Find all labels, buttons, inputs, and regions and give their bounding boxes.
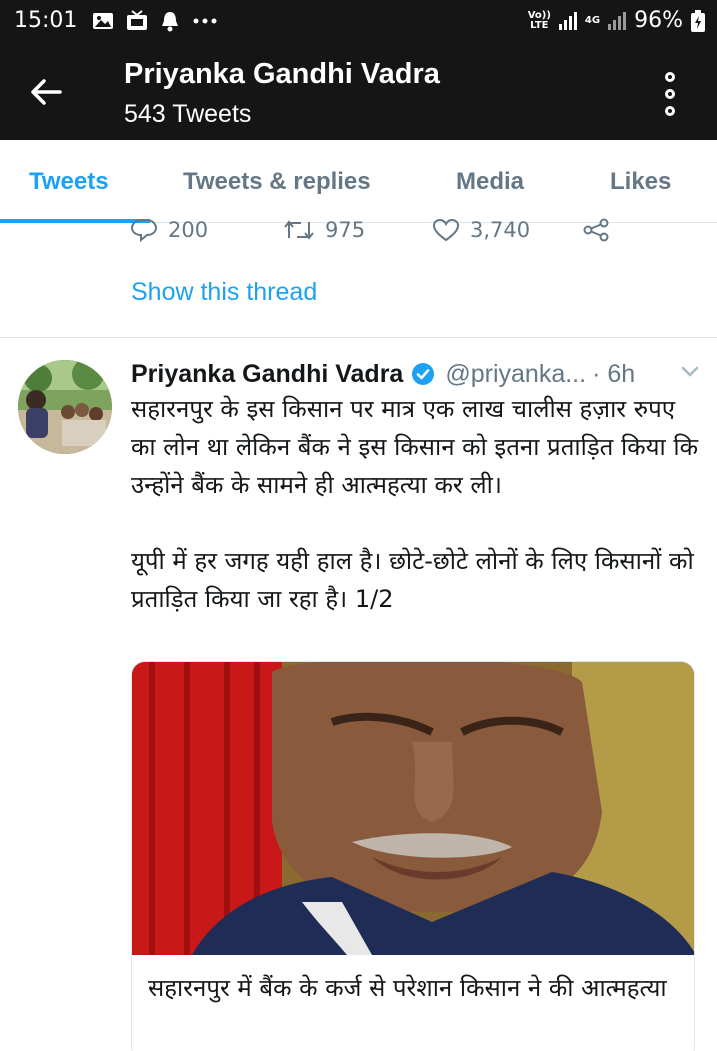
battery-icon: [691, 9, 705, 32]
share-action[interactable]: [582, 218, 610, 242]
profile-header: Priyanka Gandhi Vadra 543 Tweets: [0, 44, 717, 140]
link-card[interactable]: सहारनपुर में बैंक के कर्ज से परेशान किसा…: [131, 661, 695, 1051]
retweet-count: 975: [325, 218, 366, 242]
volte-bottom: LTE: [530, 19, 549, 31]
reply-count: 200: [168, 218, 209, 242]
status-system: Vo)) LTE 4G 96%: [528, 8, 705, 33]
retweet-icon: [284, 220, 314, 240]
tv-icon: [127, 10, 147, 30]
tweet-time[interactable]: · 6h: [592, 360, 635, 389]
like-count: 3,740: [470, 218, 531, 242]
card-image: [132, 662, 694, 955]
more-dots-icon: [193, 18, 217, 24]
gallery-icon: [93, 13, 113, 29]
status-bar: 15:01 Vo)) LTE 4G 96%: [0, 0, 717, 44]
tab-tweets[interactable]: Tweets: [29, 168, 109, 196]
heart-icon: [432, 218, 460, 242]
verified-badge-icon: [412, 363, 435, 385]
profile-tabs: Tweets Tweets & replies Media Likes: [0, 140, 717, 223]
show-thread-link[interactable]: Show this thread: [131, 278, 317, 307]
avatar-image: [18, 360, 112, 454]
active-tab-indicator: [0, 219, 150, 223]
battery-percent: 96%: [634, 8, 683, 33]
tab-media[interactable]: Media: [456, 168, 524, 196]
like-action[interactable]: 3,740: [432, 218, 530, 242]
tab-likes[interactable]: Likes: [610, 168, 671, 196]
retweet-action[interactable]: 975: [283, 218, 365, 242]
prev-tweet-actions: 200 975 3,740: [130, 218, 690, 248]
back-arrow-icon[interactable]: [26, 72, 66, 112]
signal-icon: [558, 11, 577, 30]
chevron-down-icon[interactable]: [679, 360, 701, 382]
card-title: सहारनपुर में बैंक के कर्ज से परेशान किसा…: [148, 974, 667, 1002]
signal-icon-secondary: [608, 11, 627, 30]
overflow-menu-icon[interactable]: [662, 72, 678, 116]
avatar[interactable]: [18, 360, 112, 454]
status-notifications: [92, 10, 218, 32]
tweet-count: 543 Tweets: [124, 100, 252, 128]
reply-action[interactable]: 200: [130, 218, 208, 242]
tweet-header: Priyanka Gandhi Vadra @priyanka... · 6h: [131, 356, 701, 392]
tweet-handle[interactable]: @priyanka...: [445, 360, 586, 389]
notification-bell-icon: [162, 12, 178, 32]
profile-name: Priyanka Gandhi Vadra: [124, 58, 440, 90]
tweet-divider: [0, 337, 717, 338]
status-time: 15:01: [14, 8, 78, 33]
network-type: 4G: [584, 14, 601, 26]
tweet-text: सहारनपुर के इस किसान पर मात्र एक लाख चाल…: [131, 395, 699, 613]
reply-icon: [130, 219, 158, 242]
tweet-author-name[interactable]: Priyanka Gandhi Vadra: [131, 360, 403, 389]
volte-indicator: Vo)) LTE: [527, 9, 551, 31]
tab-tweets-replies[interactable]: Tweets & replies: [183, 168, 371, 196]
volte-top: Vo)): [527, 9, 551, 21]
share-icon: [583, 218, 609, 242]
